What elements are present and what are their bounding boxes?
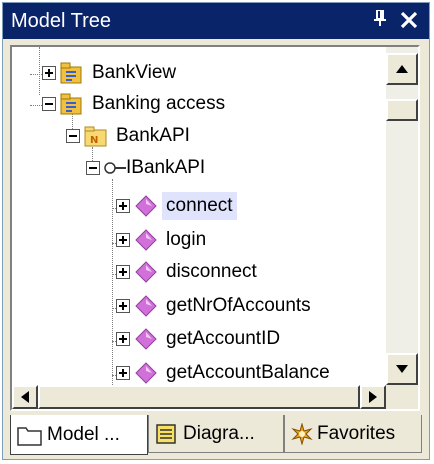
- tree-item-label: IBankAPI: [126, 157, 206, 178]
- tab-label: Favorites: [317, 422, 396, 444]
- tree-item-connect[interactable]: connect: [116, 190, 237, 222]
- scroll-up-button[interactable]: [386, 53, 418, 85]
- scroll-down-button[interactable]: [386, 353, 418, 385]
- folder-icon: [17, 426, 42, 446]
- collapse-icon[interactable]: [86, 161, 100, 175]
- tree-item-label: BankView: [92, 62, 177, 83]
- diagram-list-icon: [156, 423, 176, 444]
- tree-item-getaccountid[interactable]: getAccountID: [116, 323, 284, 355]
- arrow-down-icon: [396, 365, 408, 373]
- tab-label: Model ...: [47, 423, 120, 445]
- expand-icon[interactable]: [116, 299, 130, 313]
- operation-icon: [135, 362, 157, 384]
- operation-icon: [135, 328, 157, 350]
- scroll-left-button[interactable]: [12, 385, 38, 409]
- tree-view[interactable]: BankView Banking access N BankAPI IBankA…: [10, 45, 420, 411]
- pin-icon[interactable]: [369, 9, 391, 33]
- tab-model-tree[interactable]: Model ...: [10, 415, 148, 455]
- tree-item-bankapi[interactable]: N BankAPI: [66, 120, 194, 152]
- scroll-right-button[interactable]: [360, 385, 386, 409]
- favorites-star-icon: [291, 422, 313, 445]
- tree-item-bankview[interactable]: BankView: [42, 57, 180, 89]
- tree-rows: BankView Banking access N BankAPI IBankA…: [12, 47, 386, 387]
- tree-item-label: disconnect: [166, 261, 257, 282]
- tree-item-ibankapi[interactable]: IBankAPI: [86, 152, 209, 184]
- operation-icon: [135, 229, 157, 251]
- expand-icon[interactable]: [116, 332, 130, 346]
- operation-icon: [135, 261, 157, 283]
- tab-label: Diagra...: [183, 422, 255, 444]
- expand-icon[interactable]: [116, 233, 130, 247]
- tree-item-label: getAccountID: [166, 328, 281, 349]
- tree-item-label: connect: [162, 192, 237, 220]
- panel-tabs: Model ... Diagra... Favorites: [10, 415, 422, 455]
- vertical-scroll-thumb[interactable]: [386, 99, 418, 121]
- panel-titlebar: Model Tree: [3, 3, 429, 39]
- expand-icon[interactable]: [116, 366, 130, 380]
- expand-icon[interactable]: [116, 199, 130, 213]
- close-icon[interactable]: [397, 7, 421, 33]
- interface-icon: [104, 162, 126, 174]
- collapse-icon[interactable]: [42, 97, 56, 111]
- arrow-right-icon: [369, 391, 377, 403]
- expand-icon[interactable]: [116, 265, 130, 279]
- model-tree-panel: Model Tree BankView Banking access N Ban…: [2, 2, 430, 460]
- panel-title: Model Tree: [11, 10, 112, 32]
- arrow-left-icon: [21, 391, 29, 403]
- tree-item-label: getNrOfAccounts: [166, 295, 311, 316]
- scrollbar-corner: [386, 385, 418, 409]
- package-icon: [60, 62, 82, 84]
- tree-item-label: getAccountBalance: [166, 362, 330, 383]
- operation-icon: [135, 295, 157, 317]
- horizontal-scrollbar[interactable]: [12, 385, 386, 409]
- tree-item-banking-access[interactable]: Banking access: [42, 88, 229, 120]
- tree-item-getaccountbalance[interactable]: getAccountBalance: [116, 357, 334, 387]
- operation-icon: [135, 195, 157, 217]
- arrow-up-icon: [396, 65, 408, 73]
- svg-text:N: N: [90, 135, 98, 146]
- tree-item-getnrofaccounts[interactable]: getNrOfAccounts: [116, 290, 315, 322]
- vertical-scrollbar[interactable]: [386, 47, 418, 387]
- tree-item-label: login: [166, 229, 207, 250]
- tree-item-label: BankAPI: [116, 125, 190, 146]
- horizontal-scroll-thumb[interactable]: [38, 385, 360, 409]
- tab-favorites[interactable]: Favorites: [284, 415, 422, 453]
- tab-diagram-tree[interactable]: Diagra...: [148, 415, 284, 453]
- package-icon: [60, 93, 82, 115]
- tree-item-label: Banking access: [92, 93, 226, 114]
- namespace-folder-icon: N: [84, 126, 107, 147]
- tree-item-disconnect[interactable]: disconnect: [116, 256, 261, 288]
- tree-item-login[interactable]: login: [116, 224, 210, 256]
- expand-icon[interactable]: [42, 66, 56, 80]
- collapse-icon[interactable]: [66, 129, 80, 143]
